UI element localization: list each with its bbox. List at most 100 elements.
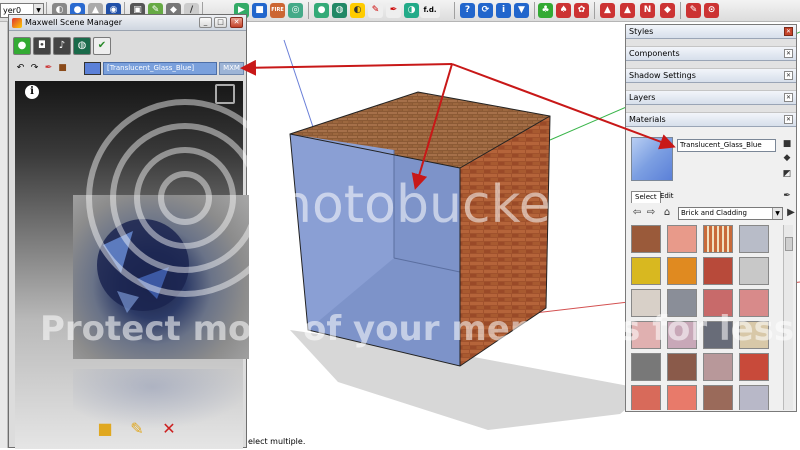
panel-divider bbox=[626, 83, 796, 91]
material-swatch[interactable] bbox=[739, 289, 769, 317]
back-icon[interactable]: ⇦ bbox=[631, 207, 643, 220]
panel-shadow-settings[interactable]: Shadow Settings ✕ bbox=[626, 69, 796, 83]
tab-materials-sphere-icon[interactable]: ● bbox=[13, 37, 31, 55]
details-icon[interactable]: ▶ bbox=[785, 207, 797, 220]
info-icon[interactable]: i bbox=[25, 85, 39, 99]
fd-icon[interactable]: f.d. bbox=[420, 3, 440, 18]
pencil-icon[interactable]: ✎ bbox=[368, 3, 383, 18]
close-icon[interactable]: ✕ bbox=[784, 93, 793, 102]
eyedropper-icon[interactable]: ✒ bbox=[386, 3, 401, 18]
material-swatch[interactable] bbox=[703, 385, 733, 410]
close-icon[interactable]: ✕ bbox=[784, 71, 793, 80]
close-icon[interactable]: ✕ bbox=[784, 115, 793, 124]
tab-edit[interactable]: Edit bbox=[657, 191, 677, 203]
material-swatch[interactable] bbox=[739, 225, 769, 253]
home-icon[interactable]: ⌂ bbox=[661, 207, 673, 220]
material-swatch[interactable] bbox=[631, 353, 661, 381]
material-swatch[interactable] bbox=[739, 321, 769, 349]
export-icon[interactable]: ▼ bbox=[514, 3, 529, 18]
maximize-button[interactable]: □ bbox=[214, 17, 227, 28]
material-swatch[interactable] bbox=[703, 257, 733, 285]
material-swatch[interactable] bbox=[631, 257, 661, 285]
material-swatch[interactable] bbox=[703, 321, 733, 349]
info-toolbar-icon[interactable]: i bbox=[496, 3, 511, 18]
material-name-input[interactable]: Translucent_Glass_Blue bbox=[677, 139, 776, 152]
material-swatch[interactable] bbox=[667, 385, 697, 410]
undo-icon[interactable]: ↶ bbox=[15, 63, 26, 74]
panel-materials[interactable]: Materials ✕ bbox=[626, 113, 796, 127]
material-swatch[interactable] bbox=[667, 353, 697, 381]
sandbox-icon[interactable]: ✎ bbox=[686, 3, 701, 18]
paint-bucket-icon[interactable]: ◆ bbox=[782, 153, 792, 163]
mxm-button[interactable]: MXM bbox=[219, 62, 244, 75]
tab-camera-icon[interactable]: ◘ bbox=[33, 37, 51, 55]
material-swatch[interactable] bbox=[631, 289, 661, 317]
preview-actions: ■ ✎ ✕ bbox=[95, 419, 185, 441]
close-button[interactable]: ✕ bbox=[230, 17, 243, 28]
default-material-icon[interactable]: ◩ bbox=[782, 169, 792, 179]
minimize-button[interactable]: _ bbox=[199, 17, 212, 28]
cube-icon[interactable]: ■ bbox=[57, 63, 68, 74]
material-icon[interactable]: ◎ bbox=[288, 3, 303, 18]
create-material-icon[interactable]: ■ bbox=[782, 139, 792, 149]
maxwell-titlebar[interactable]: Maxwell Scene Manager _ □ ✕ bbox=[9, 15, 246, 31]
material-swatch[interactable] bbox=[667, 321, 697, 349]
close-icon[interactable]: ✕ bbox=[784, 49, 793, 58]
material-swatch[interactable] bbox=[631, 321, 661, 349]
help-icon[interactable]: ? bbox=[460, 3, 475, 18]
ior-icon[interactable]: ◑ bbox=[404, 3, 419, 18]
collection-dropdown[interactable]: Brick and Cladding ▼ bbox=[678, 207, 783, 220]
material-swatch[interactable] bbox=[667, 257, 697, 285]
expand-preview-button[interactable] bbox=[215, 84, 235, 104]
panel-title: Styles bbox=[629, 27, 654, 36]
close-icon[interactable]: ✕ bbox=[784, 27, 793, 36]
material-swatch[interactable] bbox=[667, 225, 697, 253]
left-tool-strip bbox=[0, 22, 8, 448]
material-swatch[interactable] bbox=[703, 289, 733, 317]
material-swatch[interactable] bbox=[739, 385, 769, 410]
delete-icon[interactable]: ✕ bbox=[159, 419, 179, 439]
folder-icon[interactable]: ■ bbox=[95, 419, 115, 439]
materials-nav: ⇦ ⇨ ⌂ Brick and Cladding ▼ ▶ bbox=[631, 207, 796, 221]
eyedropper-icon[interactable]: ✒ bbox=[782, 191, 792, 201]
forward-icon[interactable]: ⇨ bbox=[645, 207, 657, 220]
terrain-alt-icon[interactable]: ▲ bbox=[620, 3, 635, 18]
material-swatch[interactable] bbox=[739, 257, 769, 285]
sphere-alt-icon[interactable]: ◍ bbox=[332, 3, 347, 18]
panel-title: Materials bbox=[629, 115, 666, 124]
material-color-swatch[interactable] bbox=[84, 62, 101, 75]
fire-icon[interactable]: FIRE bbox=[270, 3, 285, 18]
tab-environment-icon[interactable]: ◍ bbox=[73, 37, 91, 55]
flower-icon[interactable]: ✿ bbox=[574, 3, 589, 18]
material-swatch[interactable] bbox=[739, 353, 769, 381]
panel-styles[interactable]: Styles ✕ bbox=[626, 25, 796, 39]
collection-value: Brick and Cladding bbox=[681, 209, 747, 217]
light-icon[interactable]: ◐ bbox=[350, 3, 365, 18]
material-swatch[interactable] bbox=[631, 385, 661, 410]
smoove-icon[interactable]: ⊙ bbox=[704, 3, 719, 18]
material-swatch[interactable] bbox=[631, 225, 661, 253]
terrain-icon[interactable]: ▲ bbox=[600, 3, 615, 18]
pencil-icon[interactable]: ✎ bbox=[127, 419, 147, 439]
panel-layers[interactable]: Layers ✕ bbox=[626, 91, 796, 105]
swatch-scrollbar[interactable] bbox=[783, 225, 793, 410]
current-material-preview bbox=[631, 137, 673, 181]
material-name-field[interactable]: [Translucent_Glass_Blue] bbox=[103, 62, 217, 75]
scrollbar-thumb[interactable] bbox=[785, 237, 793, 251]
tree-icon[interactable]: ♠ bbox=[556, 3, 571, 18]
eyedropper-icon[interactable]: ✒ bbox=[43, 63, 54, 74]
north-icon[interactable]: N bbox=[640, 3, 655, 18]
plant-icon[interactable]: ♣ bbox=[538, 3, 553, 18]
material-swatch[interactable] bbox=[667, 289, 697, 317]
reload-icon[interactable]: ⟳ bbox=[478, 3, 493, 18]
material-swatch-grid bbox=[631, 225, 781, 410]
sphere-icon[interactable]: ● bbox=[314, 3, 329, 18]
scene-icon[interactable]: ■ bbox=[252, 3, 267, 18]
tab-render-icon[interactable]: ♪ bbox=[53, 37, 71, 55]
panel-components[interactable]: Components ✕ bbox=[626, 47, 796, 61]
material-swatch[interactable] bbox=[703, 353, 733, 381]
stamp-icon[interactable]: ◆ bbox=[660, 3, 675, 18]
tab-check-icon[interactable]: ✔ bbox=[93, 37, 111, 55]
redo-icon[interactable]: ↷ bbox=[29, 63, 40, 74]
material-swatch[interactable] bbox=[703, 225, 733, 253]
